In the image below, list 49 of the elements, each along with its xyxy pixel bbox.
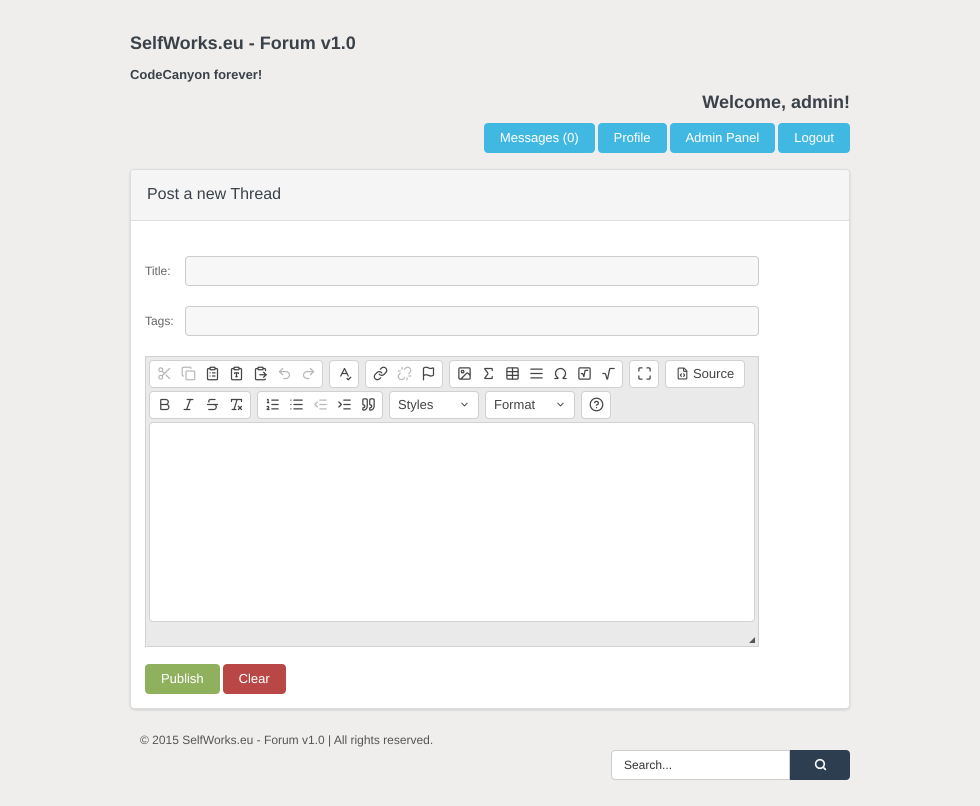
image-icon — [456, 366, 472, 381]
dropdown-button[interactable]: Format — [485, 390, 575, 418]
field-label: Title: — [145, 262, 172, 280]
numbered-list-icon — [264, 397, 280, 412]
search-field[interactable]: Search... — [611, 750, 790, 780]
field-label: Tags: — [145, 312, 175, 330]
copy-icon — [180, 366, 196, 381]
table-icon — [504, 366, 520, 381]
scissors-icon — [156, 366, 172, 381]
maximize-icon — [636, 366, 652, 381]
outdent-icon — [312, 397, 328, 412]
text-field[interactable] — [185, 306, 759, 336]
redo-icon — [300, 366, 316, 381]
unlink-icon — [396, 366, 412, 381]
resize-handle-icon[interactable] — [749, 636, 755, 642]
strikethrough-icon — [204, 397, 220, 412]
omega-icon — [552, 366, 568, 381]
undo-icon — [276, 366, 292, 381]
quote-icon — [360, 397, 376, 412]
nav-button[interactable]: Profile — [598, 122, 667, 152]
site-tagline: CodeCanyon forever! — [130, 66, 264, 84]
welcome-heading: Welcome, admin! — [702, 90, 850, 114]
horizontal-lines-icon — [528, 366, 544, 381]
help-icon — [588, 397, 604, 412]
site-title: SelfWorks.eu - Forum v1.0 — [130, 32, 357, 55]
clear-button[interactable]: Clear — [222, 664, 286, 694]
source-button[interactable]: Source — [668, 360, 742, 386]
nav-button[interactable]: Admin Panel — [670, 122, 776, 152]
panel-title: Post a new Thread — [147, 184, 282, 204]
clear-format-icon — [228, 397, 244, 412]
publish-button[interactable]: Publish — [145, 664, 220, 694]
search-button[interactable] — [790, 750, 850, 780]
square-root-icon — [576, 366, 592, 381]
link-icon — [372, 366, 388, 381]
search-icon — [814, 758, 826, 771]
flag-icon — [420, 366, 436, 381]
document-code-icon — [676, 367, 689, 380]
italic-icon — [180, 397, 196, 412]
dropdown-button[interactable]: Styles — [389, 390, 479, 418]
bulleted-list-icon — [288, 397, 304, 412]
clipboard-word-icon — [252, 366, 268, 381]
indent-icon — [336, 397, 352, 412]
nav-button[interactable]: Messages (0) — [484, 122, 595, 152]
text-field[interactable] — [185, 256, 759, 286]
nav-button[interactable]: Logout — [778, 122, 850, 152]
copyright-text: © 2015 SelfWorks.eu - Forum v1.0 | All rights reserved. — [140, 732, 434, 748]
radical-icon — [600, 366, 616, 381]
clipboard-icon — [204, 366, 220, 381]
clipboard-text-icon — [228, 366, 244, 381]
